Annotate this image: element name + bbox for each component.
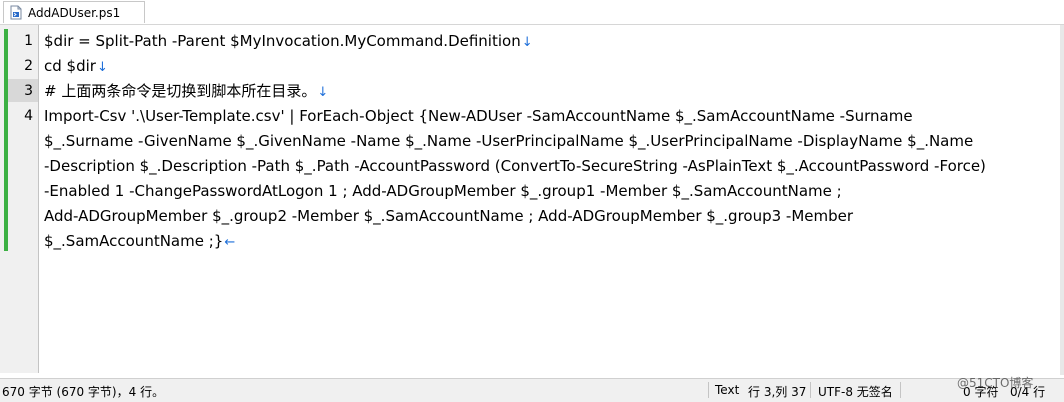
- cursor-position[interactable]: 行 3,列 37: [748, 383, 806, 400]
- tab-bar: AddADUser.ps1: [0, 0, 1064, 25]
- eol-mark: ↓: [317, 85, 329, 100]
- document-summary: 670 字节 (670 字节)，4 行。: [2, 385, 165, 399]
- vertical-scrollbar[interactable]: [1060, 25, 1064, 375]
- watermark: @51CTO博客: [957, 376, 1034, 390]
- eol-mark: ↓: [96, 60, 108, 75]
- code-line: $dir = Split-Path -Parent $MyInvocation.…: [44, 32, 533, 50]
- line-number: 3: [24, 83, 33, 99]
- line-number: 2: [24, 58, 33, 74]
- line-number: 1: [24, 33, 33, 49]
- code-text[interactable]: $dir = Split-Path -Parent $MyInvocation.…: [44, 29, 1044, 254]
- line-number-gutter: 1 2 3 4: [0, 25, 39, 373]
- tab-addaduser[interactable]: AddADUser.ps1: [3, 1, 145, 23]
- code-line: Import-Csv '.\User-Template.csv' | ForEa…: [44, 107, 913, 125]
- status-bar: 670 字节 (670 字节)，4 行。 Text 行 3,列 37 UTF-8…: [0, 378, 1064, 402]
- eol-mark: ↓: [521, 35, 533, 50]
- tab-label: AddADUser.ps1: [28, 5, 121, 20]
- encoding-indicator[interactable]: UTF-8 无签名: [818, 383, 893, 400]
- code-line: # 上面两条命令是切换到脚本所在目录。↓: [44, 82, 329, 100]
- status-divider: [708, 382, 709, 398]
- code-line: $_.Surname -GivenName $_.GivenName -Name…: [44, 132, 974, 150]
- code-line: -Enabled 1 -ChangePasswordAtLogon 1 ; Ad…: [44, 182, 842, 200]
- mode-indicator[interactable]: Text: [715, 383, 739, 397]
- code-editor[interactable]: 1 2 3 4 $dir = Split-Path -Parent $MyInv…: [0, 25, 1064, 375]
- line-number: 4: [24, 108, 33, 124]
- status-divider: [900, 382, 901, 398]
- status-divider: [810, 382, 811, 398]
- code-line: cd $dir↓: [44, 57, 108, 75]
- code-line: -Description $_.Description -Path $_.Pat…: [44, 157, 986, 175]
- powershell-file-icon: [10, 5, 22, 20]
- eol-mark: ←: [224, 235, 236, 250]
- code-line: $_.SamAccountName ;}←: [44, 232, 236, 250]
- code-line: Add-ADGroupMember $_.group2 -Member $_.S…: [44, 207, 854, 225]
